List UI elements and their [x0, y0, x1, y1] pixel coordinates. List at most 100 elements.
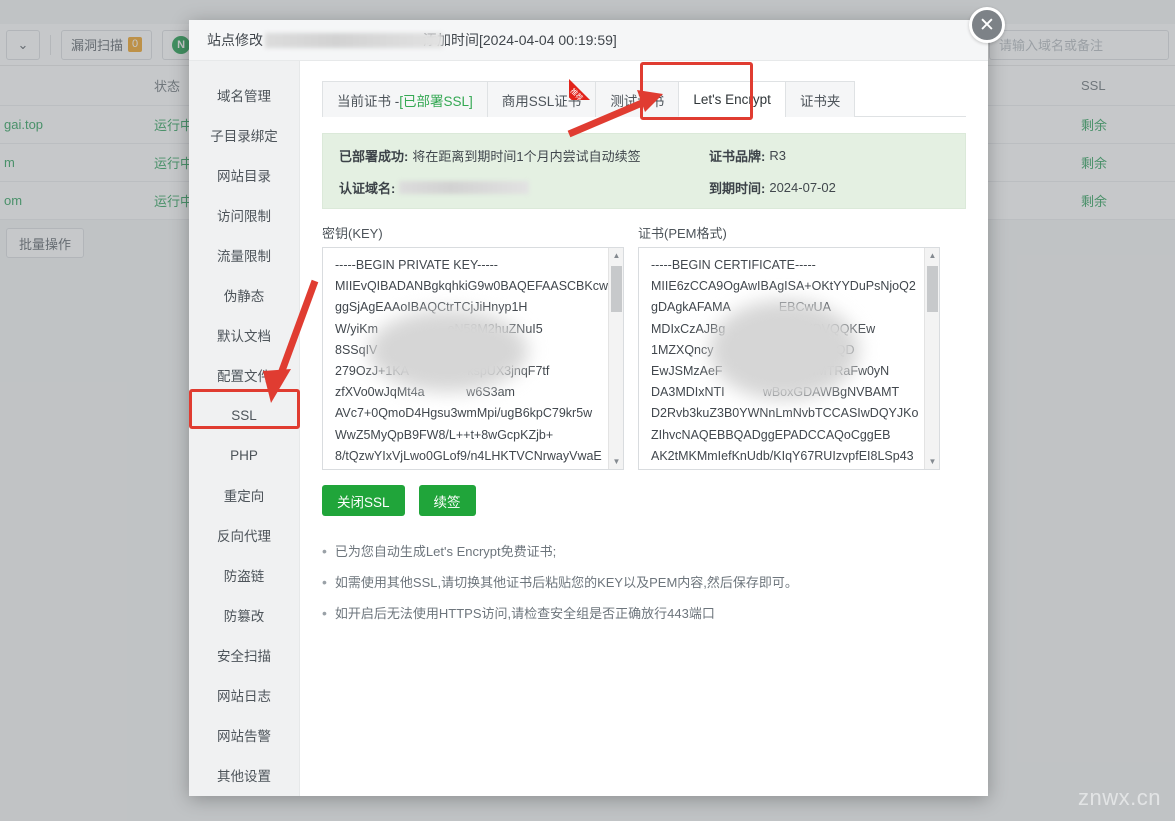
tab-label: 当前证书 -	[337, 90, 399, 110]
redacted-site-name	[265, 33, 443, 48]
added-time-label: 添加时间[2024-04-04 00:19:59]	[423, 30, 617, 50]
sidebar-item-label: 默认文档	[217, 325, 271, 345]
key-content: -----BEGIN PRIVATE KEY----- MIIEvQIBADAN…	[323, 248, 623, 470]
bullet-icon: •	[322, 598, 327, 628]
sidebar-item-anti-leech[interactable]: 防盗链	[189, 555, 299, 595]
pem-label: 证书(PEM格式)	[638, 223, 727, 242]
deployed-status-text: [已部署SSL]	[399, 90, 473, 110]
sidebar-item-php[interactable]: PHP	[189, 435, 299, 475]
tab-commercial-ssl[interactable]: 商用SSL证书 推荐	[487, 81, 597, 117]
tab-test-certificate[interactable]: 测试证书	[595, 81, 679, 117]
note-text: 已为您自动生成Let's Encrypt免费证书;	[335, 537, 556, 567]
tab-label: Let's Encrypt	[693, 92, 771, 107]
sidebar-item-access-restriction[interactable]: 访问限制	[189, 195, 299, 235]
redacted-domain-value	[399, 181, 529, 194]
scroll-up-icon[interactable]: ▲	[925, 248, 940, 263]
certified-domain-row: 认证域名:	[339, 178, 709, 197]
sidebar-item-label: 流量限制	[217, 245, 271, 265]
sidebar-item-security-scan[interactable]: 安全扫描	[189, 635, 299, 675]
watermark: znwx.cn	[1078, 785, 1161, 811]
ssl-panel: 当前证书 - [已部署SSL] 商用SSL证书 推荐 测试证书 Let's En…	[300, 61, 988, 796]
tab-label: 证书夹	[800, 90, 841, 110]
sidebar-item-label: 子目录绑定	[210, 125, 278, 145]
deployment-status-banner: 已部署成功: 将在距离到期时间1个月内尝试自动续签 认证域名: 证书品牌: R3…	[322, 133, 966, 209]
sidebar-item-label: 防盗链	[224, 565, 265, 585]
note-item: • 如需使用其他SSL,请切换其他证书后粘贴您的KEY以及PEM内容,然后保存即…	[322, 567, 966, 598]
close-ssl-button[interactable]: 关闭SSL	[322, 485, 405, 516]
sidebar-item-other-settings[interactable]: 其他设置	[189, 755, 299, 795]
site-edit-modal: 站点修改 添加时间[2024-04-04 00:19:59] 域名管理 子目录绑…	[189, 20, 988, 796]
action-buttons: 关闭SSL 续签	[322, 485, 966, 516]
sidebar-item-label: 网站日志	[217, 685, 271, 705]
sidebar-item-label: 网站告警	[217, 725, 271, 745]
expiry-date-value: 2024-07-02	[769, 180, 836, 195]
sidebar-item-label: 重定向	[224, 485, 265, 505]
modal-body: 域名管理 子目录绑定 网站目录 访问限制 流量限制 伪静态 默认文档 配置文件 …	[189, 61, 988, 796]
sidebar-item-redirect[interactable]: 重定向	[189, 475, 299, 515]
certificate-brand-label: 证书品牌:	[709, 146, 765, 165]
sidebar-item-label: PHP	[230, 448, 258, 463]
scroll-up-icon[interactable]: ▲	[609, 248, 624, 263]
scroll-down-icon[interactable]: ▼	[925, 454, 940, 469]
scroll-down-icon[interactable]: ▼	[609, 454, 624, 469]
sidebar-item-label: 配置文件	[217, 365, 271, 385]
sidebar-item-subdirectory-binding[interactable]: 子目录绑定	[189, 115, 299, 155]
close-modal-button[interactable]: ✕	[969, 7, 1005, 43]
sidebar-item-website-alert[interactable]: 网站告警	[189, 715, 299, 755]
expiry-date-label: 到期时间:	[709, 178, 765, 197]
ssl-tabs: 当前证书 - [已部署SSL] 商用SSL证书 推荐 测试证书 Let's En…	[322, 81, 966, 117]
scrollbar-thumb[interactable]	[611, 266, 622, 312]
pem-scrollbar[interactable]: ▲ ▼	[924, 248, 939, 469]
sidebar-item-default-document[interactable]: 默认文档	[189, 315, 299, 355]
tab-lets-encrypt[interactable]: Let's Encrypt	[678, 81, 786, 117]
sidebar-item-label: 防篡改	[224, 605, 265, 625]
sidebar-item-label: 域名管理	[217, 85, 271, 105]
note-text: 如需使用其他SSL,请切换其他证书后粘贴您的KEY以及PEM内容,然后保存即可。	[335, 568, 798, 598]
modal-title: 站点修改	[207, 30, 263, 50]
sidebar-item-reverse-proxy[interactable]: 反向代理	[189, 515, 299, 555]
key-scrollbar[interactable]: ▲ ▼	[608, 248, 623, 469]
modal-header: 站点修改 添加时间[2024-04-04 00:19:59]	[189, 20, 988, 61]
key-label: 密钥(KEY)	[322, 223, 638, 242]
deployment-status-row: 已部署成功: 将在距离到期时间1个月内尝试自动续签	[339, 146, 709, 165]
sidebar-item-label: 访问限制	[217, 205, 271, 225]
bullet-icon: •	[322, 567, 327, 597]
note-item: • 已为您自动生成Let's Encrypt免费证书;	[322, 536, 966, 567]
deployment-status-text: 将在距离到期时间1个月内尝试自动续签	[412, 146, 640, 165]
tab-label: 商用SSL证书	[502, 90, 582, 110]
pem-content: -----BEGIN CERTIFICATE----- MIIE6zCCA9Og…	[639, 248, 939, 470]
certificate-fields: -----BEGIN PRIVATE KEY----- MIIEvQIBADAN…	[322, 247, 966, 470]
tab-label: 测试证书	[610, 90, 664, 110]
banner-left-column: 已部署成功: 将在距离到期时间1个月内尝试自动续签 认证域名:	[339, 146, 709, 197]
sidebar-item-domain-management[interactable]: 域名管理	[189, 75, 299, 115]
scrollbar-thumb[interactable]	[927, 266, 938, 312]
renew-certificate-button[interactable]: 续签	[419, 485, 476, 516]
sidebar-item-website-log[interactable]: 网站日志	[189, 675, 299, 715]
sidebar-item-label: 反向代理	[217, 525, 271, 545]
sidebar-item-label: 安全扫描	[217, 645, 271, 665]
certificate-brand-row: 证书品牌: R3	[709, 146, 836, 165]
certificate-brand-value: R3	[769, 148, 786, 163]
bullet-icon: •	[322, 536, 327, 566]
tab-current-certificate[interactable]: 当前证书 - [已部署SSL]	[322, 81, 488, 117]
help-notes: • 已为您自动生成Let's Encrypt免费证书; • 如需使用其他SSL,…	[322, 536, 966, 629]
note-text: 如开启后无法使用HTTPS访问,请检查安全组是否正确放行443端口	[335, 599, 715, 629]
sidebar-item-label: 其他设置	[217, 765, 271, 785]
textarea-labels: 密钥(KEY) 证书(PEM格式)	[322, 223, 966, 242]
sidebar-item-anti-tamper[interactable]: 防篡改	[189, 595, 299, 635]
sidebar-item-label: 伪静态	[224, 285, 265, 305]
pem-textarea[interactable]: -----BEGIN CERTIFICATE----- MIIE6zCCA9Og…	[638, 247, 940, 470]
modal-sidebar: 域名管理 子目录绑定 网站目录 访问限制 流量限制 伪静态 默认文档 配置文件 …	[189, 61, 300, 796]
sidebar-item-ssl[interactable]: SSL	[189, 395, 299, 435]
deployment-status-label: 已部署成功:	[339, 146, 408, 165]
banner-right-column: 证书品牌: R3 到期时间: 2024-07-02	[709, 146, 836, 197]
expiry-date-row: 到期时间: 2024-07-02	[709, 178, 836, 197]
sidebar-item-website-directory[interactable]: 网站目录	[189, 155, 299, 195]
sidebar-item-label: 网站目录	[217, 165, 271, 185]
sidebar-item-pseudo-static[interactable]: 伪静态	[189, 275, 299, 315]
key-textarea[interactable]: -----BEGIN PRIVATE KEY----- MIIEvQIBADAN…	[322, 247, 624, 470]
certified-domain-label: 认证域名:	[339, 178, 395, 197]
tab-certificate-folder[interactable]: 证书夹	[785, 81, 856, 117]
sidebar-item-traffic-limit[interactable]: 流量限制	[189, 235, 299, 275]
sidebar-item-config-file[interactable]: 配置文件	[189, 355, 299, 395]
